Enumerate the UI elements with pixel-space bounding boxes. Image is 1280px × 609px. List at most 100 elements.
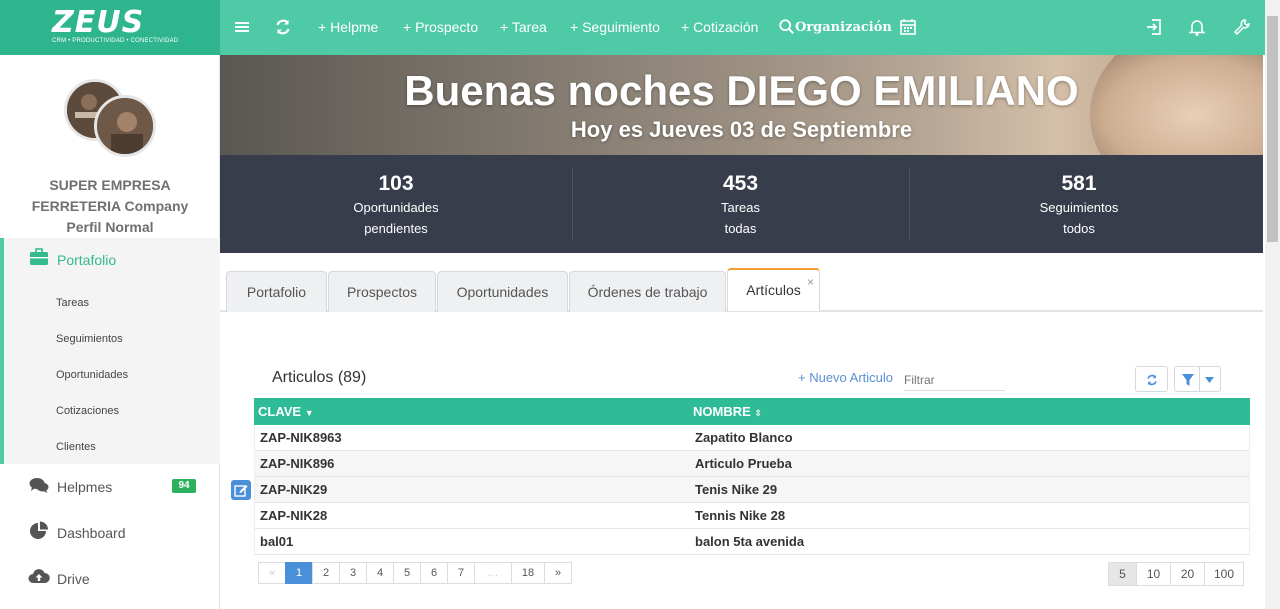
- page-size-20[interactable]: 20: [1170, 562, 1205, 586]
- profile-type: Perfil Normal: [66, 219, 154, 235]
- page-size-5[interactable]: 5: [1108, 562, 1137, 586]
- chevron-down-icon: [1205, 377, 1214, 383]
- sidebar-subitem-oportunidades[interactable]: Oportunidades: [56, 369, 128, 381]
- company-name-line1: SUPER EMPRESA: [49, 177, 171, 193]
- sidebar-subitem-seguimientos[interactable]: Seguimientos: [56, 333, 123, 345]
- articles-heading: Articulos (89): [272, 369, 366, 387]
- avatar-user[interactable]: [94, 95, 156, 157]
- articles-title: Articulos: [272, 369, 334, 386]
- brand-name: ZEUS: [52, 5, 145, 40]
- search-icon[interactable]: [778, 17, 796, 37]
- articles-count: (89): [337, 369, 367, 386]
- page-18[interactable]: 18: [511, 562, 545, 584]
- filter-dropdown-button[interactable]: [1174, 366, 1221, 392]
- page-size-100[interactable]: 100: [1204, 562, 1244, 586]
- sidebar-subitem-cotizaciones[interactable]: Cotizaciones: [56, 405, 119, 417]
- stat-label-sub: todas: [724, 221, 757, 236]
- stat-value: 453: [722, 172, 759, 195]
- stat-label: Oportunidades: [353, 200, 439, 215]
- profile-info: SUPER EMPRESA FERRETERIA Company Perfil …: [0, 175, 220, 238]
- tab-prospectos[interactable]: Prospectos: [328, 271, 436, 312]
- page-ellipsis: …: [474, 562, 512, 584]
- hero-banner: Buenas noches DIEGO EMILIANO Hoy es Juev…: [220, 55, 1263, 155]
- new-prospecto-link[interactable]: + Prospecto: [403, 0, 478, 55]
- edit-row-button[interactable]: [231, 480, 251, 500]
- filter-icon: [1182, 374, 1194, 386]
- edit-icon: [234, 485, 248, 497]
- filter-input[interactable]: [904, 369, 1005, 391]
- stat-value: 103: [378, 172, 414, 195]
- module-tabs: Portafolio Prospectos Oportunidades Órde…: [220, 255, 1263, 312]
- helpmes-count-badge: 94: [172, 479, 196, 493]
- stat-label-sub: pendientes: [364, 221, 428, 236]
- comments-icon: [29, 478, 49, 493]
- page-3[interactable]: 3: [339, 562, 367, 584]
- cell-nombre: Zapatito Blanco: [695, 430, 793, 445]
- page-prev[interactable]: «: [258, 562, 286, 584]
- cell-nombre: Articulo Prueba: [695, 456, 792, 471]
- cell-clave: ZAP-NIK28: [260, 508, 328, 523]
- sidebar-item-helpmes[interactable]: Helpmes: [57, 479, 112, 495]
- stat-seguimientos[interactable]: 581 Seguimientos todos: [909, 155, 1249, 253]
- briefcase-icon: [30, 248, 48, 265]
- new-article-link[interactable]: + Nuevo Articulo: [798, 370, 893, 385]
- stat-value: 581: [1061, 172, 1097, 195]
- refresh-icon[interactable]: [273, 17, 293, 37]
- logout-icon[interactable]: [1144, 17, 1164, 37]
- cell-clave: ZAP-NIK896: [260, 456, 335, 471]
- new-cotizacion-link[interactable]: + Cotización: [681, 0, 758, 55]
- pie-chart-icon: [30, 521, 48, 539]
- sidebar-subitem-clientes[interactable]: Clientes: [56, 441, 96, 453]
- column-clave[interactable]: CLAVE ▼: [258, 404, 314, 419]
- page-6[interactable]: 6: [420, 562, 448, 584]
- page-next[interactable]: »: [544, 562, 572, 584]
- new-seguimiento-link[interactable]: + Seguimiento: [570, 0, 660, 55]
- stat-oportunidades[interactable]: 103 Oportunidades pendientes: [220, 155, 572, 253]
- brand-logo[interactable]: ZEUS CRM • PRODUCTIVIDAD • CONECTIVIDAD: [0, 0, 220, 55]
- sidebar: SUPER EMPRESA FERRETERIA Company Perfil …: [0, 55, 220, 609]
- page-7[interactable]: 7: [447, 562, 475, 584]
- menu-icon[interactable]: [232, 17, 252, 37]
- page-2[interactable]: 2: [312, 562, 340, 584]
- refresh-table-button[interactable]: [1135, 366, 1168, 392]
- sidebar-item-label: Portafolio: [57, 252, 117, 268]
- top-navbar: ZEUS CRM • PRODUCTIVIDAD • CONECTIVIDAD …: [0, 0, 1265, 55]
- table-row[interactable]: ZAP-NIK8963 Zapatito Blanco: [254, 425, 1250, 451]
- page-4[interactable]: 4: [366, 562, 394, 584]
- tab-articulos[interactable]: Artículos ×: [727, 268, 820, 311]
- sidebar-item-drive[interactable]: Drive: [57, 571, 90, 587]
- sidebar-subitem-tareas[interactable]: Tareas: [56, 297, 89, 309]
- tab-portafolio[interactable]: Portafolio: [226, 271, 327, 312]
- close-icon[interactable]: ×: [807, 262, 814, 302]
- new-helpme-link[interactable]: + Helpme: [318, 0, 378, 55]
- stat-tareas[interactable]: 453 Tareas todas: [572, 155, 909, 253]
- organizacion-link[interactable]: Organización: [795, 0, 892, 55]
- cell-clave: ZAP-NIK29: [260, 482, 328, 497]
- table-row[interactable]: ZAP-NIK29 Tenis Nike 29: [254, 477, 1250, 503]
- sidebar-item-dashboard[interactable]: Dashboard: [57, 525, 126, 541]
- column-nombre[interactable]: NOMBRE ⇕: [693, 404, 762, 419]
- sort-icon: ⇕: [754, 408, 762, 418]
- tab-oportunidades[interactable]: Oportunidades: [437, 271, 568, 312]
- page-1[interactable]: 1: [285, 562, 313, 584]
- brand-tagline: CRM • PRODUCTIVIDAD • CONECTIVIDAD: [52, 38, 179, 44]
- refresh-icon: [1147, 374, 1157, 386]
- tab-ordenes-de-trabajo[interactable]: Órdenes de trabajo: [569, 271, 726, 312]
- page-size-10[interactable]: 10: [1136, 562, 1171, 586]
- column-clave-label: CLAVE: [258, 404, 302, 419]
- table-row[interactable]: ZAP-NIK28 Tennis Nike 28: [254, 503, 1250, 529]
- bell-icon[interactable]: [1187, 17, 1207, 37]
- wrench-icon[interactable]: [1232, 17, 1252, 37]
- sidebar-item-portafolio[interactable]: Portafolio: [0, 238, 220, 464]
- company-name-line2: FERRETERIA Company: [31, 198, 189, 214]
- stat-label: Tareas: [720, 200, 761, 215]
- page-5[interactable]: 5: [393, 562, 421, 584]
- table-row[interactable]: bal01 balon 5ta avenida: [254, 529, 1250, 555]
- table-row[interactable]: ZAP-NIK896 Articulo Prueba: [254, 451, 1250, 477]
- scrollbar-thumb[interactable]: [1267, 16, 1278, 242]
- stat-label-sub: todos: [1063, 221, 1095, 236]
- cell-nombre: Tennis Nike 28: [695, 508, 786, 523]
- cell-clave: bal01: [260, 534, 294, 549]
- calendar-icon[interactable]: [898, 17, 918, 37]
- new-tarea-link[interactable]: + Tarea: [500, 0, 547, 55]
